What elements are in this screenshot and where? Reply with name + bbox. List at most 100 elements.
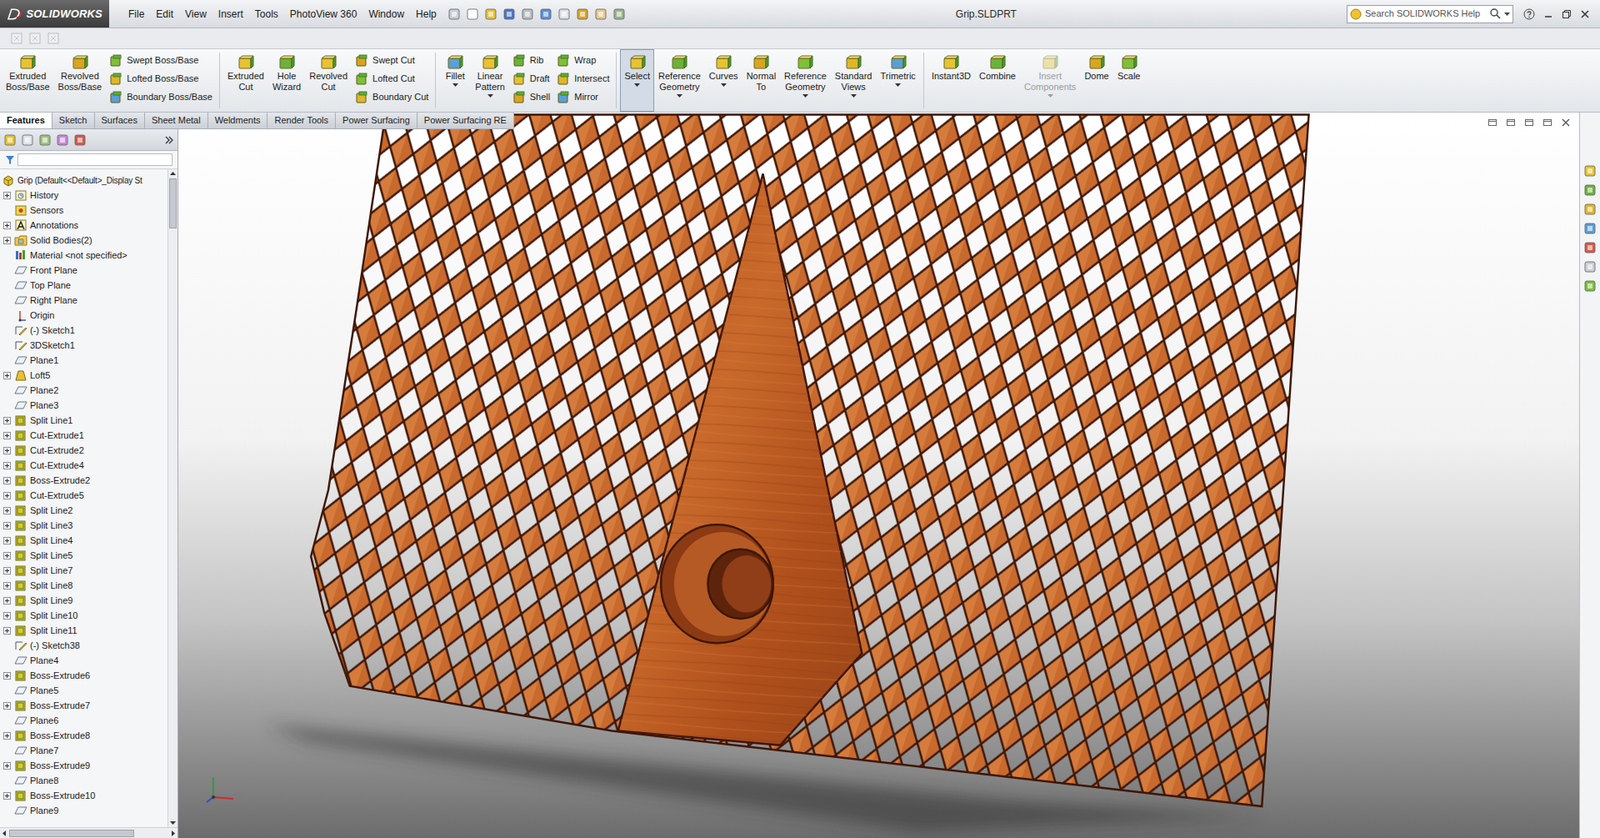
ribbon-small-button[interactable]: Shell [512, 89, 550, 105]
filter-funnel-icon[interactable] [5, 155, 15, 165]
new-document-icon[interactable] [465, 7, 480, 21]
tree-item[interactable]: History [0, 187, 168, 203]
scroll-up-icon[interactable] [168, 169, 178, 179]
expander[interactable] [1, 565, 12, 575]
file-properties-icon[interactable] [594, 7, 608, 21]
tree-item[interactable]: Boss-Extrude7 [0, 697, 168, 713]
minimize-doc-icon[interactable] [1524, 117, 1535, 128]
ribbon-button[interactable]: InsertComponents [1020, 49, 1080, 112]
h-scroll-thumb[interactable] [9, 829, 135, 837]
ribbon-button[interactable]: ExtrudedCut [223, 49, 269, 112]
expand-plus-icon[interactable] [3, 731, 11, 740]
menu-item[interactable]: Help [410, 6, 443, 22]
expand-plus-icon[interactable] [3, 791, 11, 800]
tree-item[interactable]: Cut-Extrude5 [0, 487, 168, 503]
tree-item[interactable]: Split Line7 [0, 562, 168, 578]
expander[interactable] [1, 625, 12, 635]
expander[interactable] [1, 730, 12, 740]
tree-item[interactable]: Loft5 [0, 367, 168, 383]
expander[interactable] [1, 595, 12, 605]
expand-plus-icon[interactable] [3, 446, 11, 455]
custom-properties-icon[interactable] [1583, 260, 1597, 274]
ribbon-button[interactable]: HoleWizard [268, 49, 305, 112]
expander[interactable] [1, 535, 12, 545]
graphics-area[interactable] [178, 112, 1580, 838]
tree-item[interactable]: Cut-Extrude4 [0, 457, 168, 473]
feature-manager-icon[interactable] [3, 133, 17, 147]
ribbon-button[interactable]: Select [620, 49, 655, 112]
tree-item[interactable]: Split Line8 [0, 577, 168, 593]
ribbon-small-button[interactable]: Boundary Boss/Base [109, 89, 213, 105]
ribbon-button[interactable]: RevolvedBoss/Base [54, 49, 107, 112]
expand-plus-icon[interactable] [3, 596, 11, 605]
ribbon-button[interactable]: Scale [1113, 49, 1145, 112]
close-icon[interactable] [1580, 9, 1590, 20]
appearances-icon[interactable] [1583, 240, 1597, 255]
expand-plus-icon[interactable] [3, 371, 11, 380]
expand-plus-icon[interactable] [3, 536, 11, 545]
expander[interactable] [1, 445, 12, 455]
tree-item[interactable]: Split Line2 [0, 502, 168, 518]
expand-plus-icon[interactable] [3, 581, 11, 590]
ribbon-button[interactable]: ExtrudedBoss/Base [1, 49, 55, 112]
expand-plus-icon[interactable] [3, 491, 11, 500]
tile-icon[interactable] [1487, 117, 1498, 128]
dimxpert-icon[interactable] [55, 133, 70, 147]
tree-item[interactable]: Split Line10 [0, 607, 168, 623]
menu-item[interactable]: Tools [249, 6, 285, 22]
horizontal-scrollbar[interactable] [0, 826, 178, 838]
magnifier-icon[interactable] [1490, 8, 1501, 20]
tree-item[interactable]: Origin [0, 307, 168, 323]
save-icon[interactable] [502, 7, 516, 21]
expand-plus-icon[interactable] [3, 476, 11, 485]
tree-item[interactable]: Boss-Extrude10 [0, 787, 168, 803]
dropdown-caret-icon[interactable] [1504, 12, 1510, 17]
menu-item[interactable]: Edit [150, 6, 180, 22]
tree-item[interactable]: 3DSketch1 [0, 337, 168, 353]
tree-item[interactable]: Plane3 [0, 397, 168, 413]
expand-plus-icon[interactable] [3, 761, 11, 770]
resources-icon[interactable] [1583, 164, 1597, 178]
print-icon[interactable] [520, 7, 535, 21]
menu-item[interactable]: Insert [212, 6, 250, 22]
ribbon-small-button[interactable]: Swept Cut [355, 52, 429, 69]
command-tab[interactable]: Weldments [208, 112, 269, 129]
tree-item[interactable]: Plane8 [0, 772, 168, 788]
tree-item[interactable]: Plane5 [0, 682, 168, 698]
dropdown-caret-icon[interactable] [452, 83, 459, 88]
display-manager-icon[interactable] [73, 133, 87, 147]
tree-item[interactable]: Grip (Default<<Default>_Display St [0, 172, 168, 188]
expander[interactable] [1, 505, 12, 515]
tree-item[interactable]: Plane2 [0, 382, 168, 398]
ribbon-button[interactable]: NormalTo [742, 49, 780, 112]
expand-plus-icon[interactable] [3, 611, 11, 620]
command-tab[interactable]: Features [0, 112, 53, 129]
expand-plus-icon[interactable] [3, 671, 11, 680]
dropdown-caret-icon[interactable] [850, 94, 857, 99]
tree-item[interactable]: Annotations [0, 217, 168, 233]
command-tab[interactable]: Sketch [52, 112, 95, 129]
forum-icon[interactable] [1583, 279, 1597, 293]
disabled-tool-icon[interactable] [28, 31, 42, 45]
ribbon-button[interactable]: RevolvedCut [305, 49, 352, 112]
dropdown-caret-icon[interactable] [634, 83, 640, 88]
view-palette-icon[interactable] [1583, 221, 1597, 235]
ribbon-button[interactable]: Fillet [439, 49, 471, 112]
dropdown-caret-icon[interactable] [1047, 94, 1054, 99]
minimize-icon[interactable] [1543, 9, 1554, 20]
options-icon[interactable] [612, 7, 626, 21]
restore-doc-icon[interactable] [1542, 117, 1553, 128]
open-folder-icon[interactable] [484, 7, 498, 21]
ribbon-button[interactable]: Combine [975, 49, 1020, 112]
expander[interactable] [1, 550, 12, 560]
close-doc-icon[interactable] [1560, 117, 1571, 128]
expander[interactable] [1, 370, 12, 380]
tree-item[interactable]: Split Line9 [0, 592, 168, 608]
ribbon-small-button[interactable]: Intersect [556, 70, 610, 87]
dropdown-caret-icon[interactable] [487, 94, 494, 99]
file-explorer-icon[interactable] [1583, 202, 1597, 216]
tree-item[interactable]: Cut-Extrude2 [0, 442, 168, 458]
dropdown-caret-icon[interactable] [895, 83, 901, 88]
dropdown-caret-icon[interactable] [720, 83, 727, 88]
menu-item[interactable]: Window [362, 6, 410, 22]
